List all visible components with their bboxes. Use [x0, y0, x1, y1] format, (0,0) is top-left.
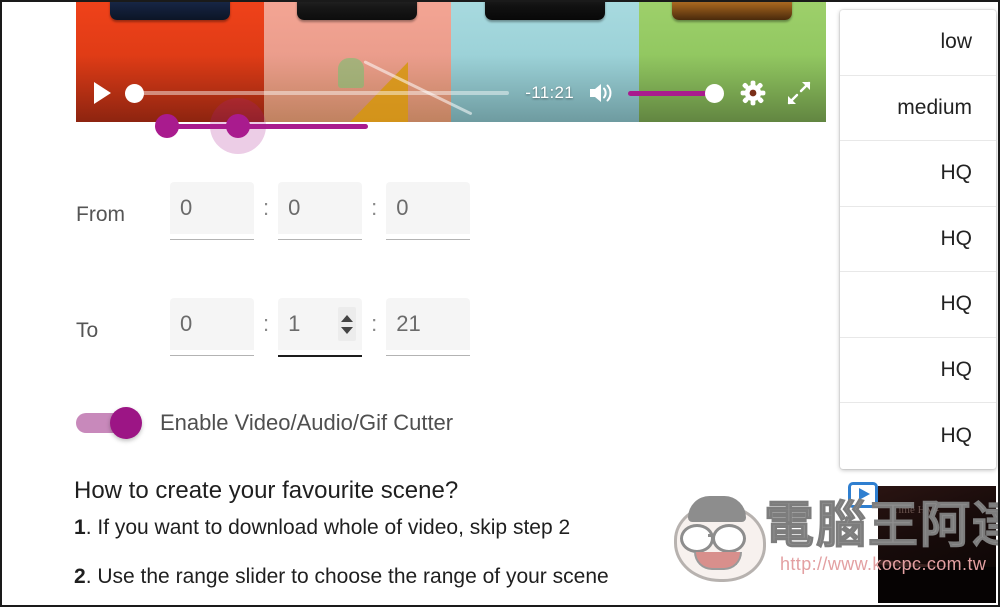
player-controls: -11:21: [76, 76, 826, 110]
phone-shape: [484, 2, 605, 20]
from-separator-2: :: [371, 195, 378, 220]
phone-shape: [297, 2, 418, 20]
to-hours-value: 0: [180, 311, 193, 336]
phone-shape: [109, 2, 230, 20]
expand-icon[interactable]: [786, 80, 812, 106]
range-handle-start[interactable]: [155, 114, 179, 138]
volume-handle[interactable]: [705, 83, 724, 103]
to-minutes-input[interactable]: 1: [278, 298, 363, 357]
from-hours-value: 0: [180, 195, 193, 220]
to-label: To: [76, 319, 99, 342]
time-remaining-label: -11:21: [525, 83, 574, 102]
howto-step-2-number: 2: [74, 564, 86, 588]
from-minutes-value: 0: [288, 195, 301, 220]
quality-option-low[interactable]: low: [840, 10, 996, 76]
to-separator-1: :: [263, 311, 270, 336]
cutter-range-slider[interactable]: [152, 98, 382, 154]
to-minutes-value: 1: [288, 311, 301, 336]
cutter-toggle-switch[interactable]: [76, 407, 142, 439]
howto-step-2: 2. Use the range slider to choose the ra…: [74, 565, 734, 589]
corner-video-thumbnail: Time HM-: [878, 486, 996, 603]
howto-step-1: 1. If you want to download whole of vide…: [74, 516, 734, 540]
video-player[interactable]: -11:21: [76, 2, 826, 122]
to-seconds-value: 21: [396, 311, 421, 336]
to-hours-input[interactable]: 0: [170, 298, 254, 356]
to-minutes-stepper[interactable]: [338, 307, 357, 341]
thumbnail-shadow: [878, 567, 996, 603]
quality-dropdown-menu[interactable]: low medium HQ HQ HQ HQ HQ: [840, 10, 996, 469]
to-time-row: To 0 : 1 : 21: [76, 298, 471, 357]
howto-step-1-text: If you want to download whole of video, …: [91, 516, 571, 540]
quality-option-hq-4[interactable]: HQ: [840, 338, 996, 403]
volume-slider[interactable]: [628, 83, 724, 103]
quality-option-hq-5[interactable]: HQ: [840, 403, 996, 469]
howto-title: How to create your favourite scene?: [74, 477, 459, 504]
quality-option-medium[interactable]: medium: [840, 76, 996, 141]
thumbnail-overlay-text: Time HM-: [892, 504, 939, 516]
seek-bar[interactable]: [125, 83, 510, 103]
quality-option-hq-3[interactable]: HQ: [840, 272, 996, 338]
from-seconds-value: 0: [396, 195, 409, 220]
cutter-toggle-row[interactable]: Enable Video/Audio/Gif Cutter: [76, 407, 454, 439]
stepper-down-icon[interactable]: [341, 326, 354, 334]
from-minutes-input[interactable]: 0: [278, 182, 363, 240]
howto-section: How to create your favourite scene? 1. I…: [74, 477, 734, 605]
play-badge-triangle: [859, 488, 870, 500]
play-badge-icon: [848, 482, 878, 508]
gear-icon[interactable]: [740, 80, 766, 106]
from-separator-1: :: [263, 195, 270, 220]
stepper-up-icon[interactable]: [341, 314, 354, 322]
from-time-row: From 0 : 0 : 0: [76, 182, 471, 240]
to-separator-2: :: [371, 311, 378, 336]
volume-high-icon[interactable]: [588, 82, 614, 104]
from-hours-input[interactable]: 0: [170, 182, 254, 240]
cutter-toggle-label: Enable Video/Audio/Gif Cutter: [160, 410, 454, 435]
toggle-knob[interactable]: [110, 407, 142, 439]
range-track: [166, 123, 368, 129]
from-label: From: [76, 203, 125, 226]
seek-track: [125, 91, 510, 95]
range-handle-end[interactable]: [226, 114, 250, 138]
play-badge-box: [848, 482, 878, 508]
to-seconds-input[interactable]: 21: [386, 298, 471, 356]
page-root: -11:21 From 0: 0: 0 To 0: 1: 21 Enab…: [0, 0, 1000, 607]
phone-shape: [672, 2, 793, 20]
quality-option-hq-1[interactable]: HQ: [840, 141, 996, 207]
quality-option-hq-2[interactable]: HQ: [840, 207, 996, 272]
play-icon[interactable]: [94, 82, 111, 104]
from-seconds-input[interactable]: 0: [386, 182, 471, 240]
seek-handle[interactable]: [125, 83, 144, 103]
howto-step-1-number: 1: [74, 516, 86, 540]
howto-step-2-text: Use the range slider to choose the range…: [91, 564, 609, 588]
